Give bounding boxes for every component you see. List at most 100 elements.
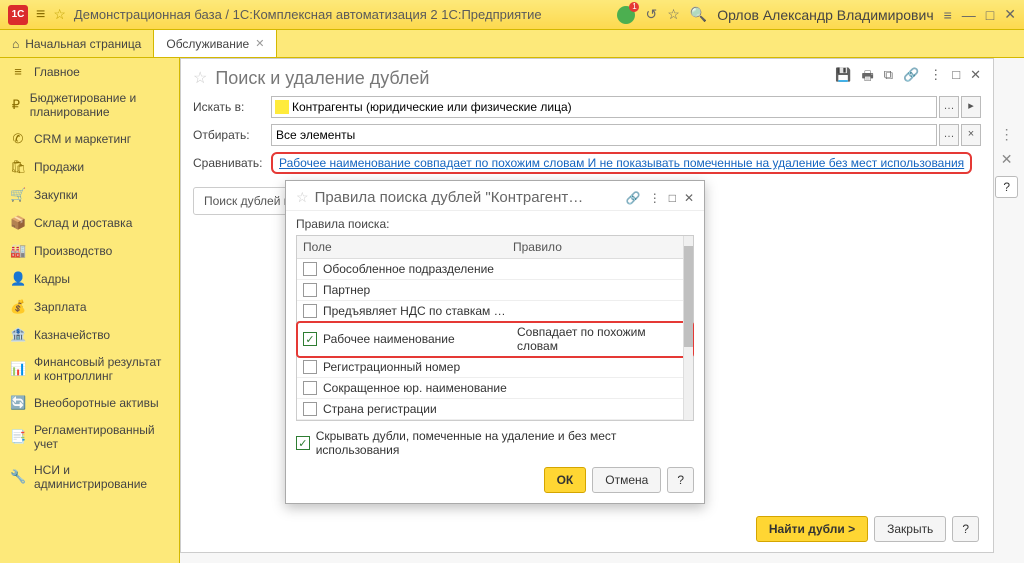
sidebar-item-warehouse[interactable]: 📦Склад и доставка xyxy=(0,209,179,237)
sidebar-item-label: Производство xyxy=(34,244,112,258)
sidebar-item-nsi[interactable]: 🔧НСИ и администрирование xyxy=(0,457,179,497)
tab-maintenance[interactable]: Обслуживание ✕ xyxy=(154,30,277,57)
close-button[interactable]: Закрыть xyxy=(874,516,946,542)
sidebar-item-budgeting[interactable]: ₽ Бюджетирование и планирование xyxy=(0,85,179,125)
content-tools: ⋮ ✕ ? xyxy=(995,126,1018,198)
budget-icon: ₽ xyxy=(10,97,22,113)
maximize-icon[interactable]: □ xyxy=(986,7,994,23)
sidebar-item-assets[interactable]: 🔄 Внеоборотные активы xyxy=(0,389,179,417)
filter-ellipsis[interactable]: … xyxy=(939,124,959,146)
link-icon[interactable]: 🔗 xyxy=(903,67,919,89)
copy-icon[interactable]: ⧉ xyxy=(884,67,893,89)
history-icon[interactable]: ↺ xyxy=(645,6,657,23)
app-title: Демонстрационная база / 1С:Комплексная а… xyxy=(74,7,618,22)
maximize-icon[interactable]: □ xyxy=(669,191,676,205)
close-modal-icon[interactable]: ✕ xyxy=(684,191,694,205)
more-panel-icon[interactable]: ⋮ xyxy=(929,67,942,89)
checkbox-icon[interactable] xyxy=(303,381,317,395)
titlebar-tools: ↺ ☆ 🔍 Орлов Александр Владимирович ≡ — □… xyxy=(617,6,1016,24)
star-icon[interactable]: ☆ xyxy=(53,6,66,23)
col-field: Поле xyxy=(297,236,507,258)
sidebar-item-label: Регламентированный учет xyxy=(34,423,169,451)
help-button[interactable]: ? xyxy=(995,176,1018,198)
sidebar-item-label: CRM и маркетинг xyxy=(34,132,131,146)
print-icon[interactable]: 🖶 xyxy=(861,67,873,89)
close-content-icon[interactable]: ✕ xyxy=(1001,151,1013,168)
tab-close-icon[interactable]: ✕ xyxy=(255,37,264,50)
menu-icon[interactable]: ≡ xyxy=(36,6,45,24)
field-cell: Сокращенное юр. наименование xyxy=(323,381,511,395)
checkbox-icon[interactable] xyxy=(303,402,317,416)
scrollbar-thumb[interactable] xyxy=(684,246,693,347)
checkbox-icon[interactable] xyxy=(303,283,317,297)
notify-icon[interactable] xyxy=(617,6,635,24)
table-row[interactable]: Партнер xyxy=(297,280,693,301)
sidebar-item-regulated[interactable]: 📑Регламентированный учет xyxy=(0,417,179,457)
search-in-ellipsis[interactable]: … xyxy=(939,96,959,118)
hide-deleted-option[interactable]: ✓ Скрывать дубли, помеченные на удаление… xyxy=(296,429,694,457)
user-name[interactable]: Орлов Александр Владимирович xyxy=(717,7,933,23)
help-modal-button[interactable]: ? xyxy=(667,467,694,493)
sidebar-item-payroll[interactable]: 💰Зарплата xyxy=(0,293,179,321)
sidebar-item-label: Внеоборотные активы xyxy=(34,396,159,410)
table-row[interactable]: Регистрационный номер xyxy=(297,357,693,378)
sidebar-item-crm[interactable]: ✆CRM и маркетинг xyxy=(0,125,179,153)
factory-icon: 🏭 xyxy=(10,243,26,259)
find-duplicates-button[interactable]: Найти дубли > xyxy=(756,516,868,542)
table-row[interactable]: Страна регистрации xyxy=(297,399,693,420)
search-in-input[interactable] xyxy=(271,96,937,118)
ok-button[interactable]: ОК xyxy=(544,467,587,493)
checkbox-icon[interactable] xyxy=(303,360,317,374)
star-icon[interactable]: ☆ xyxy=(296,189,309,206)
sidebar-item-hr[interactable]: 👤Кадры xyxy=(0,265,179,293)
checkbox-icon[interactable]: ✓ xyxy=(303,332,317,346)
search-icon[interactable]: 🔍 xyxy=(690,6,707,23)
field-cell: Регистрационный номер xyxy=(323,360,511,374)
sidebar-item-main[interactable]: ≡Главное xyxy=(0,58,179,85)
user-dropdown-icon[interactable]: ≡ xyxy=(944,7,952,23)
row-search-in: Искать в: … ▸ xyxy=(181,93,993,121)
table-row[interactable]: Обособленное подразделение xyxy=(297,259,693,280)
checkbox-icon[interactable] xyxy=(303,304,317,318)
favorite-icon[interactable]: ☆ xyxy=(667,6,680,23)
table-row[interactable]: Сокращенное юр. наименование xyxy=(297,378,693,399)
tab-home[interactable]: ⌂ Начальная страница xyxy=(0,30,154,57)
table-row[interactable]: Предъявляет НДС по ставкам 4% … xyxy=(297,301,693,322)
sidebar-item-production[interactable]: 🏭 Производство xyxy=(0,237,179,265)
sidebar-item-sales[interactable]: 🛍Продажи xyxy=(0,153,179,181)
sidebar-item-label: Главное xyxy=(34,65,80,79)
close-panel-icon[interactable]: ✕ xyxy=(970,67,981,89)
sidebar-item-purchases[interactable]: 🛒Закупки xyxy=(0,181,179,209)
filter-clear[interactable]: × xyxy=(961,124,981,146)
scrollbar[interactable] xyxy=(683,236,693,420)
more-icon[interactable]: ⋮ xyxy=(1000,126,1014,143)
save-icon[interactable]: 💾 xyxy=(835,67,851,89)
help-panel-button[interactable]: ? xyxy=(952,516,979,542)
checkbox-icon[interactable] xyxy=(303,262,317,276)
link-icon[interactable]: 🔗 xyxy=(626,191,641,205)
sidebar-item-treasury[interactable]: 🏦Казначейство xyxy=(0,321,179,349)
sidebar: ≡Главное ₽Бюджетирование и планирование … xyxy=(0,58,180,563)
sidebar-item-finance[interactable]: 📊Финансовый результат и контроллинг xyxy=(0,349,179,389)
maximize-panel-icon[interactable]: □ xyxy=(952,67,960,89)
search-in-open[interactable]: ▸ xyxy=(961,96,981,118)
filter-input[interactable] xyxy=(271,124,937,146)
compare-link[interactable]: Рабочее наименование совпадает по похожи… xyxy=(279,156,964,170)
checkbox-icon[interactable]: ✓ xyxy=(296,436,310,450)
table-header: Поле Правило xyxy=(297,236,693,259)
panel-tools: 💾 🖶 ⧉ 🔗 ⋮ □ ✕ xyxy=(835,67,981,89)
cycle-icon: 🔄 xyxy=(10,395,26,411)
cancel-button[interactable]: Отмена xyxy=(592,467,661,493)
tab-maintenance-label: Обслуживание xyxy=(166,37,249,51)
close-window-icon[interactable]: ✕ xyxy=(1004,6,1016,23)
sidebar-item-label: Кадры xyxy=(34,272,70,286)
minimize-icon[interactable]: — xyxy=(962,7,976,23)
table-row[interactable]: ✓Рабочее наименованиеСовпадает по похожи… xyxy=(297,322,693,357)
more-icon[interactable]: ⋮ xyxy=(649,191,661,205)
titlebar: 1C ≡ ☆ Демонстрационная база / 1С:Компле… xyxy=(0,0,1024,30)
rules-label: Правила поиска: xyxy=(296,217,694,231)
star-icon[interactable]: ☆ xyxy=(193,68,207,88)
sidebar-item-label: Бюджетирование и планирование xyxy=(30,91,169,119)
cart-icon: 🛒 xyxy=(10,187,26,203)
rules-modal: ☆ Правила поиска дублей "Контрагент… 🔗 ⋮… xyxy=(285,180,705,504)
